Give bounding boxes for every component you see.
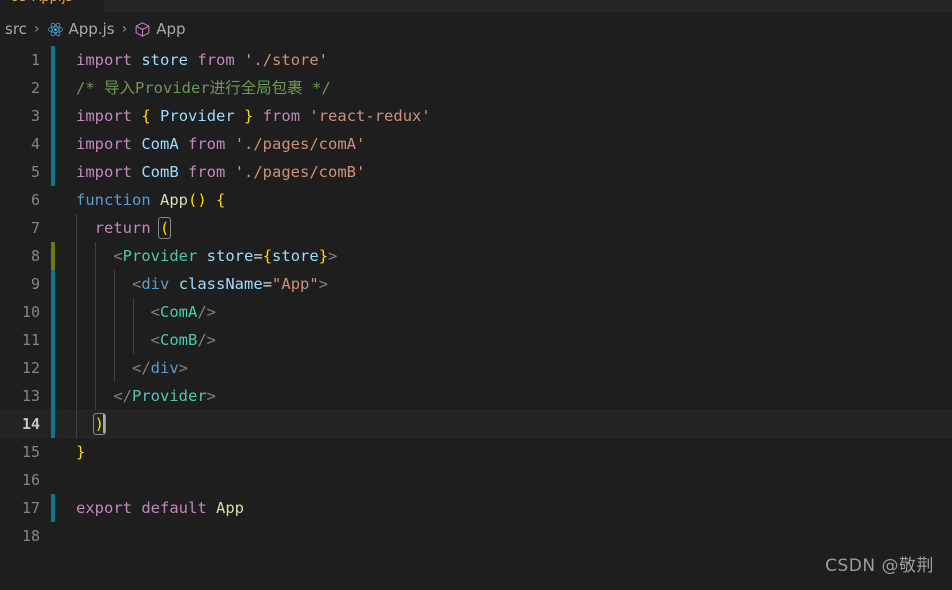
code-text: } [76,443,86,461]
gutter-decoration [40,466,62,494]
gutter-decoration [40,242,62,270]
code-editor[interactable]: 1 import store from './store' 2 /* 导入Pro… [0,46,952,590]
close-icon[interactable]: × [84,0,91,4]
code-line[interactable]: 1 import store from './store' [0,46,952,74]
code-line[interactable]: 18 [0,522,952,550]
gutter-decoration [40,354,62,382]
symbol-cube-icon [134,21,151,38]
code-line[interactable]: 6 function App() { [0,186,952,214]
code-line[interactable]: 2 /* 导入Provider进行全局包裹 */ [0,74,952,102]
gutter-decoration [40,214,62,242]
line-number: 3 [30,107,40,125]
editor-tab-label: App.js [32,0,72,5]
gutter-decoration [40,522,62,550]
code-text: return ( [62,214,952,242]
gutter-decoration [40,382,62,410]
code-line[interactable]: 5 import ComB from './pages/comB' [0,158,952,186]
breadcrumb: src › App.js › App [0,12,952,46]
editor-tab-appjs[interactable]: JS App.js × [0,0,104,12]
code-text: <div className="App"> [62,270,952,298]
gutter-decoration [40,46,62,74]
react-icon [47,21,64,38]
breadcrumb-item-appjs[interactable]: App.js [44,20,118,38]
line-number: 9 [30,275,40,293]
code-text: ) [62,410,952,438]
code-line[interactable]: 17 export default App [0,494,952,522]
code-line[interactable]: 11 <ComB/> [0,326,952,354]
code-line[interactable]: 16 [0,466,952,494]
code-text: </div> [62,354,952,382]
code-line[interactable]: 10 <ComA/> [0,298,952,326]
code-text: import store from './store' [76,51,329,69]
code-line-active[interactable]: 14 ) [0,410,952,438]
text-cursor [103,414,106,433]
code-line[interactable]: 15 } [0,438,952,466]
code-line[interactable]: 4 import ComA from './pages/comA' [0,130,952,158]
code-text: import ComA from './pages/comA' [76,135,366,153]
line-number: 17 [21,499,40,517]
code-text: function App() { [76,191,226,209]
line-number: 1 [30,51,40,69]
gutter-decoration [40,186,62,214]
breadcrumb-label-appjs: App.js [68,20,115,38]
line-number: 13 [21,387,40,405]
gutter-decoration [40,130,62,158]
breadcrumb-label-src: src [5,20,27,38]
line-number: 11 [21,331,40,349]
code-line[interactable]: 8 <Provider store={store}> [0,242,952,270]
line-number: 6 [30,191,40,209]
gutter-decoration [40,102,62,130]
line-number: 5 [30,163,40,181]
gutter-decoration [40,410,62,438]
line-number: 16 [21,471,40,489]
code-line[interactable]: 9 <div className="App"> [0,270,952,298]
code-text-comment: /* 导入Provider进行全局包裹 */ [76,79,331,97]
code-line[interactable]: 12 </div> [0,354,952,382]
code-text: import { Provider } from 'react-redux' [76,107,431,125]
breadcrumb-item-src[interactable]: src [2,20,30,38]
code-text: </Provider> [62,382,952,410]
code-line[interactable]: 7 return ( [0,214,952,242]
gutter-decoration [40,438,62,466]
line-number-active: 14 [21,415,40,433]
line-number: 12 [21,359,40,377]
breadcrumb-label-app: App [156,20,186,38]
tab-bar-filler [460,0,952,12]
chevron-right-icon: › [33,21,40,37]
code-line[interactable]: 3 import { Provider } from 'react-redux' [0,102,952,130]
gutter-decoration [40,494,62,522]
code-text: <ComB/> [62,326,952,354]
javascript-file-icon: JS [12,0,26,4]
line-number: 18 [21,527,40,545]
chevron-right-icon-2: › [121,21,128,37]
code-text: <ComA/> [62,298,952,326]
editor-tab-bar: JS App.js × [0,0,952,12]
gutter-decoration [40,298,62,326]
gutter-decoration [40,326,62,354]
line-number: 2 [30,79,40,97]
line-number: 15 [21,443,40,461]
code-text: <Provider store={store}> [62,242,952,270]
line-number: 7 [30,219,40,237]
breadcrumb-item-app-symbol[interactable]: App [131,20,188,38]
line-number: 4 [30,135,40,153]
gutter-decoration [40,270,62,298]
csdn-watermark: CSDN @敬荆 [825,556,934,576]
code-text: export default App [76,499,245,517]
gutter-decoration [40,74,62,102]
line-number: 10 [21,303,40,321]
vscode-window: JS App.js × src › App.js [0,0,952,590]
line-number: 8 [30,247,40,265]
gutter-decoration [40,158,62,186]
code-line[interactable]: 13 </Provider> [0,382,952,410]
code-text: import ComB from './pages/comB' [76,163,366,181]
